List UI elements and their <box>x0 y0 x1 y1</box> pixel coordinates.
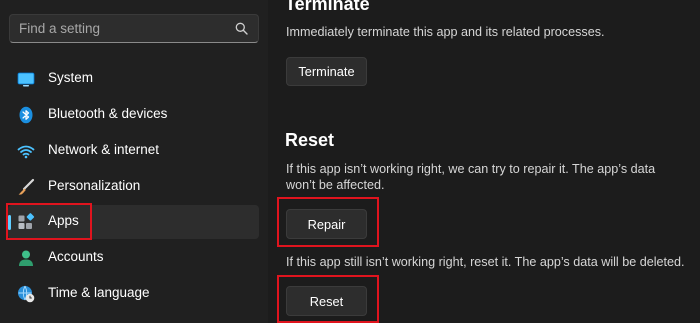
sidebar: Find a setting System Bluetooth & device… <box>0 0 268 323</box>
terminate-button[interactable]: Terminate <box>286 57 367 86</box>
sidebar-item-label: Bluetooth & devices <box>48 106 168 121</box>
main-content: Terminate Immediately terminate this app… <box>268 0 700 323</box>
sidebar-item-time-language[interactable]: Time & language <box>8 277 259 311</box>
search-icon[interactable] <box>235 22 248 35</box>
sidebar-item-label: Accounts <box>48 249 104 264</box>
apps-icon <box>18 213 35 229</box>
sidebar-item-label: Apps <box>48 213 79 228</box>
sidebar-item-apps[interactable]: Apps <box>8 205 259 239</box>
reset-description: If this app still isn’t working right, r… <box>286 255 685 269</box>
sidebar-item-label: Network & internet <box>48 142 160 157</box>
repair-description-line1: If this app isn’t working right, we can … <box>286 162 656 176</box>
sidebar-item-partial[interactable] <box>8 313 259 323</box>
selection-indicator <box>8 215 11 230</box>
sidebar-item-label: System <box>48 70 94 85</box>
sidebar-item-system[interactable]: System <box>8 62 259 96</box>
paintbrush-icon <box>18 178 35 195</box>
sidebar-item-personalization[interactable]: Personalization <box>8 170 259 204</box>
sidebar-item-bluetooth-devices[interactable]: Bluetooth & devices <box>8 98 259 132</box>
sidebar-item-label: Personalization <box>48 178 141 193</box>
reset-button[interactable]: Reset <box>286 286 367 316</box>
repair-description-line2: won’t be affected. <box>286 178 385 192</box>
sidebar-item-network-internet[interactable]: Network & internet <box>8 134 259 168</box>
terminate-title: Terminate <box>285 0 370 14</box>
sidebar-item-label: Time & language <box>48 285 150 300</box>
repair-button[interactable]: Repair <box>286 209 367 239</box>
accounts-icon <box>19 250 33 266</box>
settings-window: Find a setting System Bluetooth & device… <box>0 0 700 323</box>
bluetooth-icon <box>19 106 33 124</box>
wifi-icon <box>17 145 35 159</box>
terminate-description: Immediately terminate this app and its r… <box>286 25 605 39</box>
search-placeholder: Find a setting <box>19 21 101 36</box>
system-icon <box>17 72 35 87</box>
globe-clock-icon <box>18 285 35 303</box>
sidebar-item-accounts[interactable]: Accounts <box>8 241 259 275</box>
reset-section-title: Reset <box>285 130 335 150</box>
search-input[interactable]: Find a setting <box>9 14 259 43</box>
